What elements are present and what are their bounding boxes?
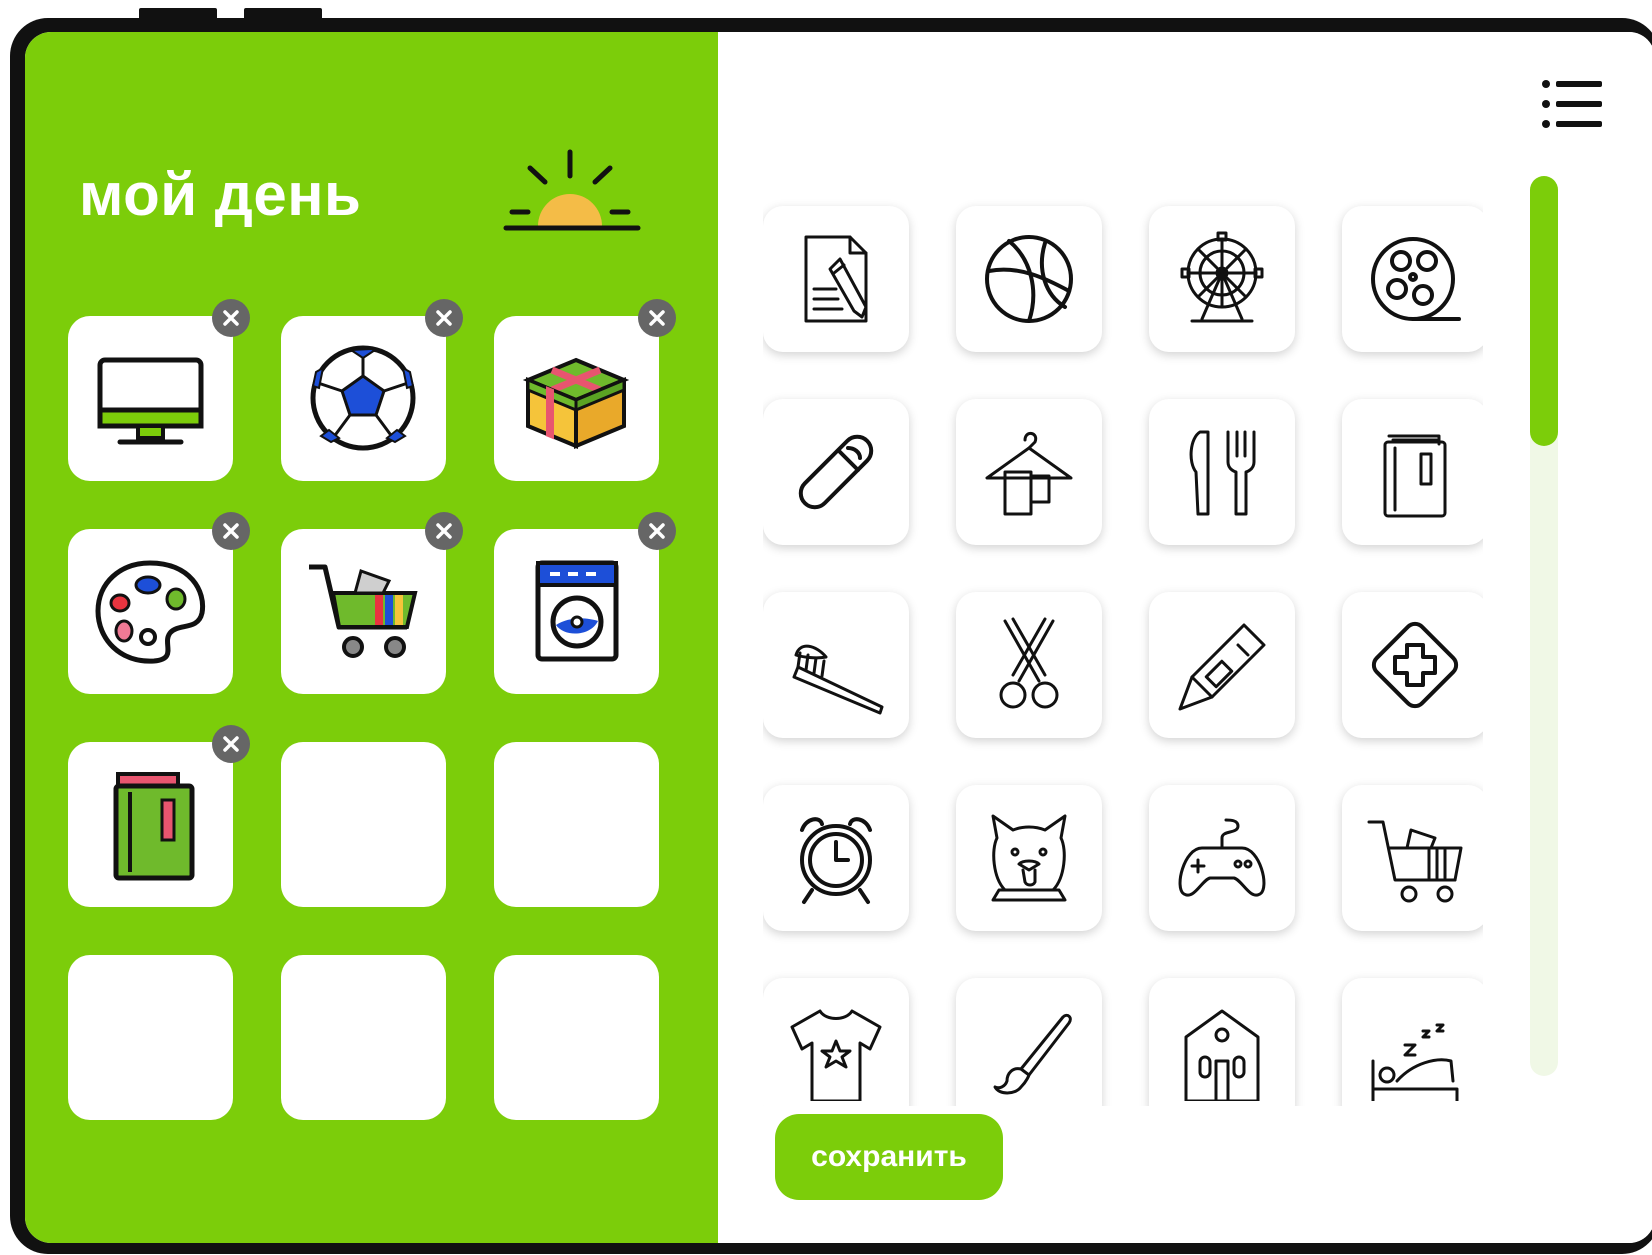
day-slot-2[interactable] [281,299,463,481]
pill-icon [798,434,874,510]
document-edit-icon [804,235,868,323]
day-slot-7[interactable] [68,725,250,907]
knife-fork-icon [1189,430,1256,516]
library-item[interactable] [763,592,909,738]
icon-library-panel: сохранить [718,32,1652,1243]
basketball-icon [985,235,1073,323]
shopping-cart-icon [309,564,418,658]
library-item[interactable] [956,978,1102,1106]
book-icon [113,772,195,881]
film-reel-icon [1371,237,1461,321]
library-item[interactable] [763,785,909,931]
day-slot-12-empty[interactable] [494,955,659,1120]
library-item[interactable] [763,399,909,545]
library-item[interactable] [1342,785,1483,931]
app-screen: мой день сохранить [25,32,1652,1243]
library-item[interactable] [956,399,1102,545]
paint-brush-icon [993,1013,1072,1095]
library-item[interactable] [763,206,909,352]
pet-dog-icon [991,814,1067,902]
library-item[interactable] [763,978,909,1106]
alarm-clock-icon [800,817,872,904]
book-icon [1383,434,1447,518]
utility-knife-icon [1178,623,1266,711]
library-scrollbar[interactable] [1530,176,1558,1076]
library-item[interactable] [1342,399,1483,545]
remove-slot-button[interactable] [212,725,250,763]
close-x-icon [223,523,239,539]
remove-slot-button[interactable] [212,299,250,337]
day-slot-8-empty[interactable] [281,742,446,907]
library-item[interactable] [956,785,1102,931]
ferris-wheel-icon [1180,231,1264,323]
close-x-icon [649,523,665,539]
day-slot-4[interactable] [68,512,250,694]
library-item[interactable] [1149,785,1295,931]
day-plan-panel: мой день [25,32,718,1243]
library-item[interactable] [1149,592,1295,738]
close-x-icon [436,523,452,539]
shopping-cart-icon [1367,820,1463,903]
library-item[interactable] [1149,978,1295,1106]
sleeping-bed-icon [1371,1023,1459,1101]
day-slot-10-empty[interactable] [68,955,233,1120]
hanger-towel-icon [985,432,1073,516]
tablet-frame: мой день сохранить [10,18,1652,1254]
remove-slot-button[interactable] [425,512,463,550]
scrollbar-thumb[interactable] [1530,176,1558,446]
library-item[interactable] [956,206,1102,352]
library-item[interactable] [1342,978,1483,1106]
school-building-icon [1184,1009,1260,1101]
day-slot-6[interactable] [494,512,676,694]
close-x-icon [649,310,665,326]
paint-palette-icon [95,560,206,664]
library-item[interactable] [1149,399,1295,545]
washing-machine-icon [535,560,619,662]
remove-slot-button[interactable] [425,299,463,337]
computer-monitor-icon [97,357,204,445]
library-item[interactable] [1342,206,1483,352]
day-slot-9-empty[interactable] [494,742,659,907]
save-button[interactable]: сохранить [775,1114,1003,1200]
menu-list-icon[interactable] [1540,74,1604,134]
day-slot-11-empty[interactable] [281,955,446,1120]
remove-slot-button[interactable] [638,512,676,550]
icon-library-grid[interactable] [763,172,1483,1106]
library-item[interactable] [1149,206,1295,352]
library-item[interactable] [1342,592,1483,738]
gamepad-icon [1178,818,1266,897]
close-x-icon [436,310,452,326]
remove-slot-button[interactable] [212,512,250,550]
scissors-icon [999,617,1059,709]
library-item[interactable] [956,592,1102,738]
close-x-icon [223,736,239,752]
gift-box-icon [522,357,630,449]
tshirt-icon [790,1009,882,1101]
toothbrush-icon [792,644,884,715]
remove-slot-button[interactable] [638,299,676,337]
page-title: мой день [79,161,362,228]
day-slot-3[interactable] [494,299,676,481]
first-aid-icon [1371,621,1459,709]
day-slot-5[interactable] [281,512,463,694]
sunrise-icon [503,149,641,231]
soccer-ball-icon [310,345,416,451]
day-slot-1[interactable] [68,299,250,481]
close-x-icon [223,310,239,326]
